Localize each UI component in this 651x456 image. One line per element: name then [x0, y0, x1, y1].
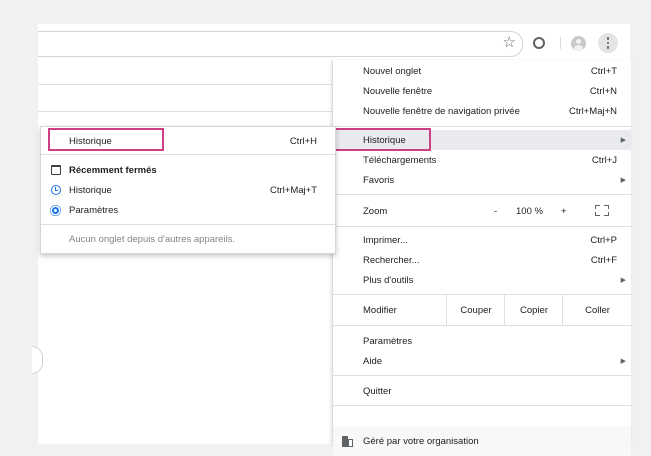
menu-divider [333, 405, 631, 406]
shortcut-label: Ctrl+P [590, 234, 617, 246]
menu-item-label: Quitter [363, 385, 392, 397]
submenu-arrow-icon: ▶ [620, 137, 626, 144]
menu-item-label: Zoom [363, 205, 388, 217]
gear-icon [52, 207, 59, 214]
copy-button[interactable]: Copier [504, 295, 563, 325]
menu-divider [333, 226, 631, 227]
submenu-arrow-icon: ▶ [620, 277, 626, 284]
menu-item-label: Imprimer... [363, 234, 408, 246]
content-divider [38, 84, 332, 85]
menu-divider [41, 154, 335, 155]
menu-item-label: Modifier [363, 304, 397, 316]
cut-button[interactable]: Couper [446, 295, 505, 325]
menu-item-incognito[interactable]: Nouvelle fenêtre de navigation privée Ct… [333, 101, 631, 121]
content-divider [38, 111, 332, 112]
submenu-item-label: Historique [69, 135, 112, 147]
submenu-item-recently-closed: Récemment fermés [41, 161, 335, 179]
bookmark-star-icon[interactable]: ☆ [503, 35, 516, 51]
menu-divider [333, 325, 631, 326]
menu-item-help[interactable]: Aide ▶ [333, 351, 631, 371]
window-icon [51, 165, 61, 175]
fullscreen-icon[interactable] [595, 205, 609, 216]
history-clock-icon [51, 185, 61, 195]
history-submenu: Historique Ctrl+H Récemment fermés Histo… [40, 126, 336, 254]
menu-item-zoom: Zoom - 100 % + [333, 201, 631, 221]
zoom-level: 100 % [516, 205, 543, 217]
menu-item-more-tools[interactable]: Plus d'outils ▶ [333, 270, 631, 290]
zoom-out-button[interactable]: - [494, 206, 497, 217]
menu-divider [333, 126, 631, 127]
menu-item-quit[interactable]: Quitter [333, 381, 631, 401]
menu-item-label: Historique [363, 134, 406, 146]
address-bar[interactable]: ☆ [38, 31, 523, 57]
extension-icon[interactable] [530, 34, 548, 52]
shortcut-label: Ctrl+T [590, 65, 617, 77]
shortcut-label: Ctrl+N [589, 85, 617, 97]
menu-item-settings[interactable]: Paramètres [333, 331, 631, 351]
menu-item-favorites[interactable]: Favoris ▶ [333, 170, 631, 190]
menu-item-label: Aide [363, 355, 383, 367]
copy-label: Copier [520, 304, 548, 316]
menu-item-label: Rechercher... [363, 254, 420, 266]
shortcut-label: Ctrl+F [590, 254, 617, 266]
menu-item-history[interactable]: Historique ▶ [333, 130, 631, 150]
toolbar-divider [560, 37, 561, 49]
managed-label: Géré par votre organisation [363, 435, 479, 447]
building-icon [342, 435, 353, 447]
menu-divider [41, 224, 335, 225]
submenu-item-history[interactable]: Historique Ctrl+H [41, 132, 335, 150]
menu-item-edit: Modifier Couper Copier Coller [333, 295, 631, 325]
shortcut-label: Ctrl+Maj+N [568, 105, 617, 117]
shortcut-label: Ctrl+H [289, 135, 317, 147]
submenu-item-history-entry[interactable]: Historique Ctrl+Maj+T [41, 181, 335, 199]
menu-item-label: Paramètres [363, 335, 413, 347]
menu-item-label: Téléchargements [363, 154, 437, 166]
page-scroll-handle[interactable] [32, 346, 43, 374]
menu-item-label: Favoris [363, 174, 395, 186]
submenu-arrow-icon: ▶ [620, 177, 626, 184]
shortcut-label: Ctrl+Maj+T [270, 184, 317, 196]
submenu-heading: Récemment fermés [69, 164, 157, 176]
menu-item-label: Nouvelle fenêtre de navigation privée [363, 105, 520, 117]
menu-item-new-tab[interactable]: Nouvel onglet Ctrl+T [333, 61, 631, 81]
shortcut-label: Ctrl+J [591, 154, 617, 166]
chrome-main-menu: Nouvel onglet Ctrl+T Nouvelle fenêtre Ct… [332, 60, 631, 456]
menu-item-new-window[interactable]: Nouvelle fenêtre Ctrl+N [333, 81, 631, 101]
menu-divider [333, 375, 631, 376]
paste-button[interactable]: Coller [562, 295, 632, 325]
menu-item-print[interactable]: Imprimer... Ctrl+P [333, 230, 631, 250]
profile-avatar-icon[interactable] [569, 34, 587, 52]
submenu-item-settings[interactable]: Paramètres [41, 201, 335, 219]
submenu-item-label: Historique [69, 184, 112, 196]
menu-item-find[interactable]: Rechercher... Ctrl+F [333, 250, 631, 270]
paste-label: Coller [585, 304, 610, 316]
chrome-menu-icon[interactable] [598, 33, 618, 53]
menu-divider [333, 194, 631, 195]
submenu-item-no-tabs: Aucun onglet depuis d'autres appareils. [41, 230, 335, 248]
submenu-item-label: Paramètres [69, 204, 119, 216]
menu-item-label: Nouvelle fenêtre [363, 85, 433, 97]
browser-window: ☆ Nouvel onglet Ctrl+T Nouvelle fenêtre … [32, 24, 631, 456]
menu-item-label: Nouvel onglet [363, 65, 422, 77]
submenu-info-label: Aucun onglet depuis d'autres appareils. [69, 233, 236, 245]
managed-by-organization[interactable]: Géré par votre organisation [333, 426, 631, 456]
zoom-in-button[interactable]: + [561, 206, 567, 217]
menu-item-label: Plus d'outils [363, 274, 414, 286]
cut-label: Couper [460, 304, 492, 316]
menu-item-downloads[interactable]: Téléchargements Ctrl+J [333, 150, 631, 170]
submenu-arrow-icon: ▶ [620, 358, 626, 365]
